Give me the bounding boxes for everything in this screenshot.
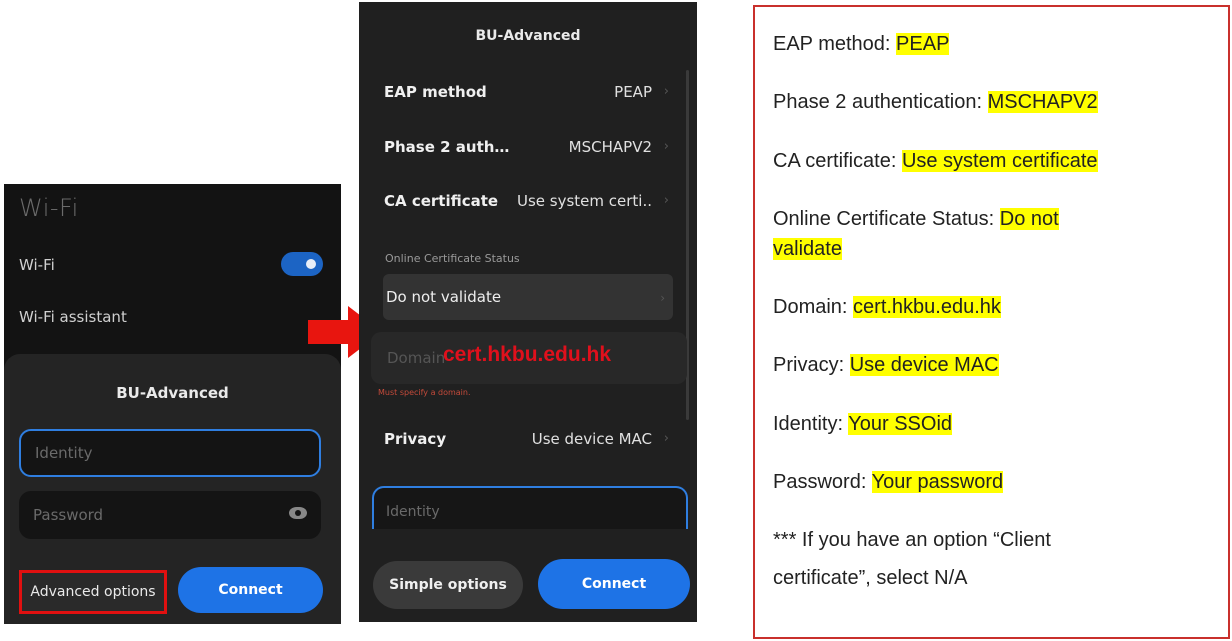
ocs-select[interactable]: Do not validate › — [383, 274, 673, 320]
chevron-right-icon: › — [663, 139, 669, 154]
chevron-right-icon: › — [660, 291, 665, 305]
privacy-label: Privacy — [384, 430, 447, 448]
identity-instruction-value: Your SSOid — [848, 413, 953, 435]
chevron-right-icon: › — [663, 193, 669, 208]
wifi-screen-phone: Wi-Fi Wi-Fi Wi-Fi assistant BU-Advanced … — [4, 184, 341, 624]
ocs-label: Online Certificate Status — [385, 252, 520, 265]
advanced-options-button[interactable]: Advanced options — [19, 570, 167, 614]
domain-error-text: Must specify a domain. — [378, 388, 471, 397]
wifi-toggle[interactable] — [281, 252, 323, 276]
eap-method-row[interactable]: EAP method PEAP › — [384, 83, 669, 107]
domain-instruction-label: Domain: — [773, 296, 854, 318]
domain-instruction: Domain: cert.hkbu.edu.hk — [773, 292, 1218, 322]
identity-instruction-label: Identity: — [773, 413, 849, 435]
ocs-instruction-label: Online Certificate Status: — [773, 208, 1000, 230]
ocs-instruction-line1: Online Certificate Status: Do not — [773, 204, 1218, 234]
simple-options-button[interactable]: Simple options — [373, 561, 523, 609]
phase2-instruction-value: MSCHAPV2 — [987, 91, 1098, 113]
phase2-auth-label: Phase 2 auth… — [384, 138, 510, 156]
privacy-row[interactable]: Privacy Use device MAC › — [384, 430, 669, 454]
phase2-auth-row[interactable]: Phase 2 auth… MSCHAPV2 › — [384, 138, 669, 162]
domain-placeholder: Domain — [387, 349, 446, 367]
password-instruction-value: Your password — [871, 471, 1004, 493]
phase2-instruction: Phase 2 authentication: MSCHAPV2 — [773, 87, 1218, 117]
ca-instruction-value: Use system certificate — [901, 150, 1098, 172]
advanced-settings-phone: BU-Advanced EAP method PEAP › Phase 2 au… — [359, 2, 697, 622]
identity-field-wrapper — [19, 429, 321, 477]
wifi-assistant-item[interactable]: Wi-Fi assistant — [19, 308, 127, 326]
client-cert-note-line1: *** If you have an option “Client — [773, 529, 1051, 551]
ca-instruction: CA certificate: Use system certificate — [773, 146, 1218, 176]
chevron-right-icon: › — [663, 431, 669, 446]
domain-field[interactable]: Domain cert.hkbu.edu.hk — [371, 332, 687, 384]
ca-certificate-label: CA certificate — [384, 192, 499, 210]
tutorial-figure: Wi-Fi Wi-Fi Wi-Fi assistant BU-Advanced … — [0, 0, 1232, 641]
domain-instruction-value: cert.hkbu.edu.hk — [853, 296, 1001, 318]
ca-instruction-label: CA certificate: — [773, 150, 902, 172]
chevron-right-icon: › — [663, 84, 669, 99]
connect-button[interactable]: Connect — [178, 567, 323, 613]
privacy-value: Use device MAC — [531, 430, 652, 448]
client-cert-note-line2: certificate”, select N/A — [773, 567, 968, 589]
dialog-title: BU-Advanced — [116, 384, 229, 402]
domain-value-annotation: cert.hkbu.edu.hk — [443, 343, 612, 366]
ca-certificate-value: Use system certi.. — [516, 192, 652, 210]
eap-instruction: EAP method: PEAP — [773, 29, 1218, 59]
eap-instruction-label: EAP method: — [773, 33, 897, 55]
connect-button[interactable]: Connect — [538, 559, 690, 609]
password-instruction-label: Password: — [773, 471, 872, 493]
ocs-instruction-line2: validate — [773, 234, 1218, 264]
password-instruction: Password: Your password — [773, 467, 1218, 497]
page-title: Wi-Fi — [19, 194, 79, 222]
privacy-instruction-value: Use device MAC — [849, 354, 999, 376]
settings-instructions-box: EAP method: PEAP Phase 2 authentication:… — [753, 5, 1230, 639]
phase2-instruction-label: Phase 2 authentication: — [773, 91, 988, 113]
ocs-instruction-value-cont: validate — [773, 238, 842, 260]
password-input[interactable] — [19, 491, 321, 539]
ca-certificate-row[interactable]: CA certificate Use system certi.. › — [384, 192, 669, 216]
privacy-instruction-label: Privacy: — [773, 354, 850, 376]
ocs-instruction-value: Do not — [999, 208, 1059, 230]
password-field-wrapper — [19, 491, 321, 539]
network-dialog: BU-Advanced Advanced options Connect — [4, 354, 341, 624]
dialog-title: BU-Advanced — [475, 28, 581, 44]
eap-method-value: PEAP — [614, 83, 652, 101]
identity-instruction: Identity: Your SSOid — [773, 409, 1218, 439]
eye-icon[interactable] — [289, 507, 307, 519]
ocs-value: Do not validate — [386, 288, 502, 306]
privacy-instruction: Privacy: Use device MAC — [773, 350, 1218, 380]
identity-input[interactable] — [21, 431, 319, 475]
phase2-auth-value: MSCHAPV2 — [568, 138, 652, 156]
eap-method-label: EAP method — [384, 83, 487, 101]
wifi-label: Wi-Fi — [19, 256, 55, 274]
eap-instruction-value: PEAP — [896, 33, 950, 55]
